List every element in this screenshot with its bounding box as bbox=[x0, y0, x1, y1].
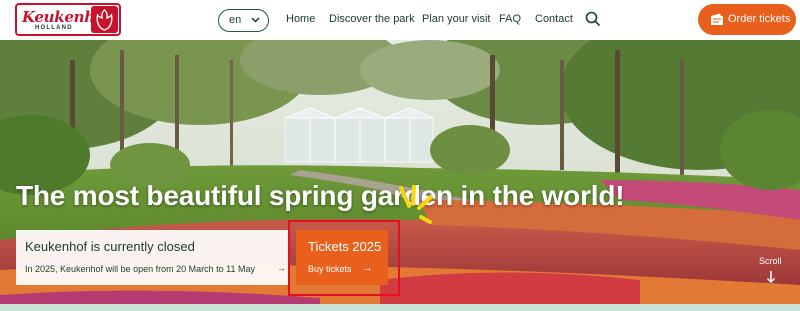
nav-plan-your-visit[interactable]: Plan your visit bbox=[422, 13, 490, 25]
park-status-card[interactable]: Keukenhof is currently closed In 2025, K… bbox=[16, 230, 288, 285]
nav-discover-the-park[interactable]: Discover the park bbox=[329, 13, 415, 25]
search-icon[interactable] bbox=[585, 11, 601, 32]
tulip-icon bbox=[91, 6, 118, 33]
site-header: Keukenhof HOLLAND en Home Discover the p… bbox=[0, 0, 800, 40]
park-status-dates: In 2025, Keukenhof will be open from 20 … bbox=[25, 264, 255, 274]
nav-contact[interactable]: Contact bbox=[535, 13, 573, 25]
order-tickets-label: Order tickets bbox=[728, 13, 791, 25]
arrow-down-icon[interactable] bbox=[766, 270, 776, 289]
ticket-icon bbox=[711, 13, 723, 25]
order-tickets-button[interactable]: Order tickets bbox=[698, 4, 796, 35]
tickets-highlight-box bbox=[288, 220, 400, 296]
arrow-right-icon: → bbox=[277, 263, 286, 273]
chevron-down-icon bbox=[250, 14, 261, 28]
page-content-edge bbox=[0, 304, 800, 311]
hero-title: The most beautiful spring garden in the … bbox=[16, 180, 625, 211]
keukenhof-logo[interactable]: Keukenhof HOLLAND bbox=[15, 3, 121, 36]
scroll-label[interactable]: Scroll bbox=[759, 256, 782, 266]
sparkle-icon bbox=[395, 184, 433, 230]
language-selector[interactable]: en bbox=[218, 9, 269, 32]
nav-home[interactable]: Home bbox=[286, 13, 315, 25]
nav-faq[interactable]: FAQ bbox=[499, 13, 521, 25]
park-status-title: Keukenhof is currently closed bbox=[25, 239, 195, 254]
language-label: en bbox=[229, 14, 242, 26]
hero-section: The most beautiful spring garden in the … bbox=[0, 40, 800, 311]
logo-sub-text: HOLLAND bbox=[35, 25, 73, 31]
